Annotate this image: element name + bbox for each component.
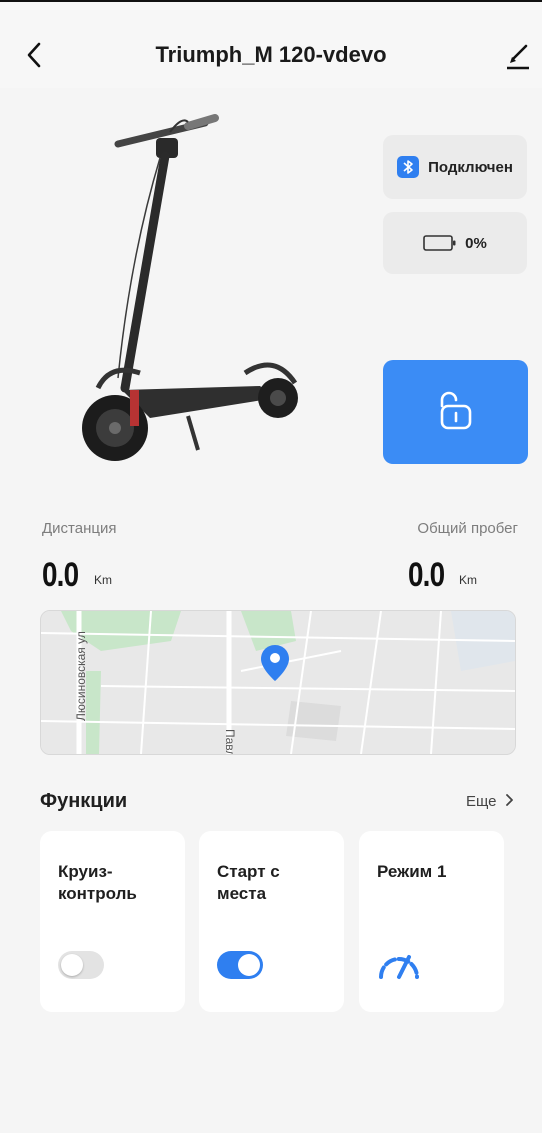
- functions-title: Функции: [40, 790, 128, 812]
- battery-percent: 0%: [465, 234, 487, 252]
- battery-icon: [423, 235, 456, 251]
- connection-status: Подключен: [383, 135, 527, 199]
- cruise-control-card: Круиз-контроль: [40, 831, 185, 1012]
- bluetooth-icon: [397, 156, 420, 178]
- edit-button[interactable]: [504, 40, 532, 70]
- battery-status: 0%: [383, 212, 527, 274]
- map-background: [41, 611, 515, 754]
- more-link[interactable]: Еще: [466, 793, 514, 810]
- distance-unit: Km: [94, 573, 112, 587]
- scooter-image: [82, 114, 298, 461]
- location-pin-icon: [261, 645, 289, 681]
- total-mileage-unit: Km: [459, 573, 477, 587]
- back-button[interactable]: [22, 38, 50, 72]
- street-label-lyusinovskaya: Люсиновская ул: [74, 631, 88, 721]
- location-map[interactable]: Люсиновская ул Павловская ул: [40, 610, 516, 755]
- card-title: Старт с места: [217, 862, 280, 903]
- speed-mode-card[interactable]: Режим 1: [359, 831, 504, 1012]
- chevron-left-icon: [27, 42, 41, 68]
- street-label-pavlovskaya: Павловская ул: [223, 729, 237, 754]
- app-header: Triumph_M 120-vdevo: [0, 2, 542, 88]
- connection-label: Подключен: [428, 158, 513, 176]
- start-from-standstill-card: Старт с места: [199, 831, 344, 1012]
- page-title: Triumph_M 120-vdevo: [155, 42, 387, 67]
- card-title: Режим 1: [377, 862, 447, 881]
- total-mileage-value: 0.0: [408, 556, 445, 594]
- unlock-button[interactable]: [383, 360, 528, 464]
- cruise-control-toggle[interactable]: [58, 951, 104, 979]
- more-label: Еще: [466, 793, 497, 810]
- total-mileage-label: Общий пробег: [417, 520, 518, 537]
- chevron-right-icon: [505, 794, 513, 806]
- start-from-standstill-toggle[interactable]: [217, 951, 263, 979]
- distance-value: 0.0: [42, 556, 79, 594]
- distance-label: Дистанция: [42, 520, 117, 537]
- pencil-icon: [507, 44, 529, 70]
- card-title: Круиз-контроль: [58, 862, 137, 903]
- unlocked-padlock-icon: [440, 391, 471, 430]
- speedometer-icon: [379, 955, 419, 979]
